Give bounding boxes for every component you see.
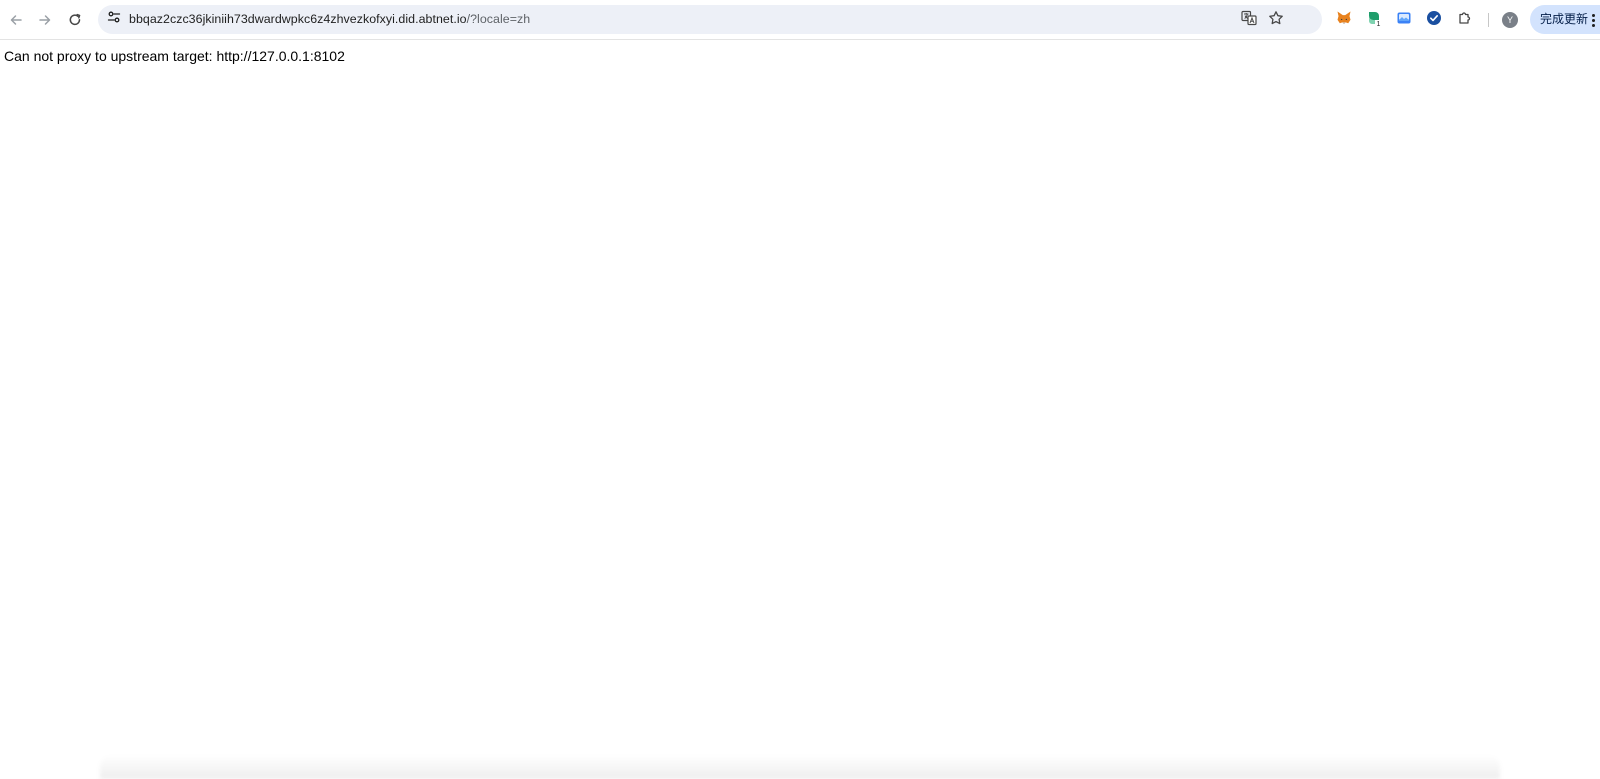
menu-dot-icon bbox=[1591, 18, 1595, 22]
bottom-window-shadow bbox=[100, 755, 1500, 779]
bookmark-button[interactable] bbox=[1266, 10, 1286, 30]
menu-dot-icon bbox=[1591, 13, 1595, 17]
extensions-menu-button[interactable] bbox=[1454, 9, 1476, 31]
checkmark-extension-icon bbox=[1426, 10, 1442, 31]
url-path: /?locale=zh bbox=[466, 12, 531, 26]
proxy-error-message: Can not proxy to upstream target: http:/… bbox=[4, 48, 345, 64]
toolbar-divider bbox=[1488, 13, 1489, 27]
screenshot-extension-button[interactable] bbox=[1393, 9, 1415, 31]
profile-avatar[interactable]: Y bbox=[1502, 12, 1518, 28]
browser-toolbar: bbqaz2czc36jkiniih73dwardwpkc6z4zhvezkof… bbox=[0, 0, 1600, 40]
metamask-extension-button[interactable] bbox=[1333, 9, 1355, 31]
checkmark-extension-button[interactable] bbox=[1423, 9, 1445, 31]
arrow-right-icon bbox=[38, 13, 52, 27]
wallet-extension-icon: 1 bbox=[1365, 9, 1383, 32]
metamask-fox-icon bbox=[1336, 10, 1352, 31]
wallet-badge-count: 1 bbox=[1377, 21, 1381, 27]
back-button[interactable] bbox=[4, 8, 28, 32]
star-icon bbox=[1268, 10, 1284, 31]
url-text[interactable]: bbqaz2czc36jkiniih73dwardwpkc6z4zhvezkof… bbox=[129, 5, 530, 34]
url-host: bbqaz2czc36jkiniih73dwardwpkc6z4zhvezkof… bbox=[129, 12, 467, 26]
chrome-menu-button[interactable] bbox=[1588, 10, 1598, 30]
translate-icon bbox=[1241, 10, 1257, 31]
menu-dot-icon bbox=[1591, 23, 1595, 27]
puzzle-extensions-icon bbox=[1457, 10, 1473, 31]
address-bar[interactable]: bbqaz2czc36jkiniih73dwardwpkc6z4zhvezkof… bbox=[98, 5, 1322, 34]
wallet-extension-button[interactable]: 1 bbox=[1363, 9, 1385, 31]
site-info-button[interactable] bbox=[103, 9, 124, 30]
reload-button[interactable] bbox=[63, 8, 87, 32]
tune-icon bbox=[107, 10, 121, 29]
screenshot-extension-icon bbox=[1396, 10, 1412, 31]
forward-button[interactable] bbox=[33, 8, 57, 32]
reload-icon bbox=[68, 13, 82, 27]
arrow-left-icon bbox=[9, 13, 23, 27]
translate-button[interactable] bbox=[1239, 10, 1259, 30]
